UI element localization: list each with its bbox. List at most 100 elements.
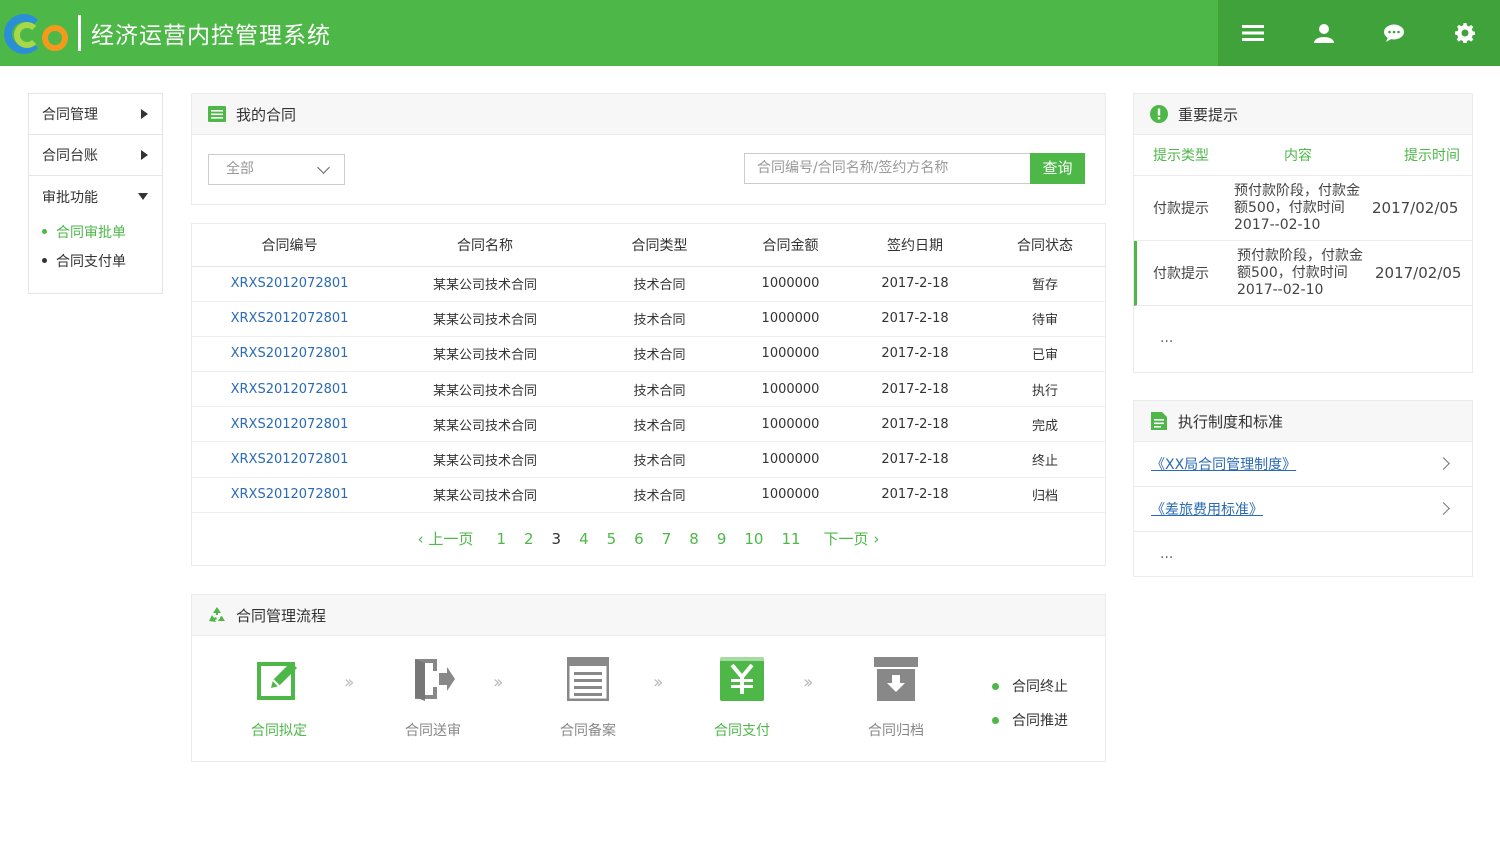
table-cell: 技术合同 (583, 266, 736, 302)
column-header[interactable]: 合同编号 (192, 224, 387, 267)
table-row[interactable]: XRXS2012072801 某某公司技术合同 技术合同 1000000 2017-2-… (192, 371, 1105, 408)
table-cell: 某某公司技术合同 (387, 406, 583, 443)
tips-more[interactable]: ... (1134, 330, 1472, 346)
table-row[interactable]: XRXS2012072801 某某公司技术合同 技术合同 1000000 2017-2-… (192, 477, 1105, 513)
brand-divider (78, 15, 81, 51)
page-2[interactable]: 2 (524, 530, 534, 548)
page-5[interactable]: 5 (607, 530, 617, 548)
page-8[interactable]: 8 (689, 530, 699, 548)
table-row[interactable]: XRXS2012072801 某某公司技术合同 技术合同 1000000 2017-2-… (192, 441, 1105, 478)
legend-item-terminate[interactable]: 合同终止 (992, 669, 1068, 703)
chevron-right-icon (1437, 457, 1450, 470)
page-10[interactable]: 10 (744, 530, 763, 548)
column-header[interactable]: 签约日期 (845, 224, 985, 267)
search-button[interactable]: 查询 (1030, 153, 1085, 184)
approval-submenu: 合同审批单 合同支付单 (29, 217, 162, 275)
edit-icon (256, 656, 302, 702)
table-cell: 终止 (985, 441, 1105, 478)
column-header[interactable]: 合同状态 (985, 224, 1105, 267)
column-header[interactable]: 合同类型 (583, 224, 736, 267)
chat-icon[interactable] (1359, 0, 1430, 66)
legend-item-advance[interactable]: 合同推进 (992, 703, 1068, 737)
prev-page-button[interactable]: ‹ 上一页 (418, 528, 474, 549)
standard-link-contract-rules[interactable]: 《XX局合同管理制度》 (1134, 442, 1472, 487)
table-cell: 完成 (985, 406, 1105, 443)
page-11[interactable]: 11 (781, 530, 800, 548)
page-9[interactable]: 9 (717, 530, 727, 548)
menu-icon[interactable] (1218, 0, 1289, 66)
sidebar-item-contract-management[interactable]: 合同管理 (29, 94, 162, 135)
flow-step-filing[interactable]: 合同备案 (543, 656, 633, 740)
flow-arrow: ›› (344, 672, 355, 693)
page-6[interactable]: 6 (634, 530, 644, 548)
standards-more[interactable]: ... (1134, 546, 1472, 562)
important-tips-panel: 重要提示 提示类型 内容 提示时间 付款提示 预付款阶段，付款金额500，付款时… (1133, 93, 1473, 373)
flow-step-archive[interactable]: 合同归档 (851, 656, 941, 740)
sidebar-item-label: 审批功能 (42, 189, 98, 206)
search-input[interactable]: 合同编号/合同名称/签约方名称 (744, 153, 1031, 184)
column-header[interactable]: 合同金额 (736, 224, 845, 267)
contract-code-link[interactable]: XRXS2012072801 (192, 406, 387, 443)
tip-time: 2017/02/05 (1375, 264, 1462, 282)
page-1[interactable]: 1 (496, 530, 506, 548)
app-logo (4, 8, 74, 58)
table-row[interactable]: XRXS2012072801 某某公司技术合同 技术合同 1000000 2017-2-… (192, 301, 1105, 337)
sidebar-item-approval[interactable]: 审批功能 (29, 176, 162, 217)
next-page-button[interactable]: 下一页 › (824, 528, 880, 549)
bullet-icon (992, 716, 999, 724)
table-row[interactable]: XRXS2012072801 某某公司技术合同 技术合同 1000000 2017-2-… (192, 266, 1105, 302)
contract-code-link[interactable]: XRXS2012072801 (192, 477, 387, 513)
flow-step-review[interactable]: 合同送审 (388, 656, 478, 740)
flow-step-draft[interactable]: 合同拟定 (234, 656, 324, 740)
flow-arrow: ›› (493, 672, 504, 693)
chevron-down-icon (317, 161, 330, 174)
recycle-icon (208, 606, 226, 624)
column-header[interactable]: 合同名称 (387, 224, 583, 267)
submenu-item-payment-form[interactable]: 合同支付单 (42, 246, 162, 275)
table-cell: 1000000 (736, 301, 845, 337)
panel-header: 合同管理流程 (192, 595, 1105, 636)
flow-step-label: 合同支付 (714, 723, 770, 739)
table-cell: 某某公司技术合同 (387, 477, 583, 513)
table-cell: 2017-2-18 (845, 441, 985, 478)
table-row[interactable]: XRXS2012072801 某某公司技术合同 技术合同 1000000 2017-2-… (192, 406, 1105, 443)
table-cell: 执行 (985, 371, 1105, 408)
sidebar-item-contract-ledger[interactable]: 合同台账 (29, 135, 162, 176)
user-icon[interactable] (1289, 0, 1360, 66)
yen-icon (719, 656, 765, 702)
tip-row[interactable]: 付款提示 预付款阶段，付款金额500，付款时间2017--02-10 2017/… (1134, 176, 1472, 241)
page-4[interactable]: 4 (579, 530, 589, 548)
caret-down-icon (138, 193, 148, 200)
contract-code-link[interactable]: XRXS2012072801 (192, 371, 387, 408)
table-cell: 2017-2-18 (845, 336, 985, 373)
status-select[interactable]: 全部 (208, 154, 345, 185)
table-row[interactable]: XRXS2012072801 某某公司技术合同 技术合同 1000000 2017-2-… (192, 336, 1105, 373)
tip-type: 付款提示 (1153, 201, 1209, 217)
panel-title: 重要提示 (1178, 105, 1239, 124)
column-header: 内容 (1284, 148, 1312, 164)
table-cell: 1000000 (736, 477, 845, 513)
contract-code-link[interactable]: XRXS2012072801 (192, 441, 387, 478)
top-bar: 经济运营内控管理系统 (0, 0, 1500, 66)
table-cell: 1000000 (736, 266, 845, 302)
table-cell: 1000000 (736, 441, 845, 478)
contract-code-link[interactable]: XRXS2012072801 (192, 336, 387, 373)
document-icon (1150, 412, 1168, 430)
contract-code-link[interactable]: XRXS2012072801 (192, 301, 387, 337)
panel-header: 重要提示 (1134, 94, 1472, 135)
flow-step-label: 合同送审 (405, 723, 461, 739)
flow-arrow: ›› (803, 672, 814, 693)
standard-link-travel-expense[interactable]: 《差旅费用标准》 (1134, 487, 1472, 532)
flow-step-payment[interactable]: 合同支付 (697, 656, 787, 740)
panel-title: 我的合同 (236, 105, 297, 124)
legend-label: 合同推进 (1012, 713, 1068, 729)
page-7[interactable]: 7 (662, 530, 672, 548)
submenu-item-approval-form[interactable]: 合同审批单 (42, 217, 162, 246)
table-cell: 技术合同 (583, 371, 736, 408)
gear-icon[interactable] (1430, 0, 1500, 66)
contract-code-link[interactable]: XRXS2012072801 (192, 266, 387, 302)
tip-row[interactable]: 付款提示 预付款阶段，付款金额500，付款时间2017--02-10 2017/… (1134, 241, 1472, 306)
page-3[interactable]: 3 (552, 530, 562, 548)
panel-title: 合同管理流程 (236, 606, 327, 625)
submenu-label: 合同支付单 (56, 253, 126, 270)
